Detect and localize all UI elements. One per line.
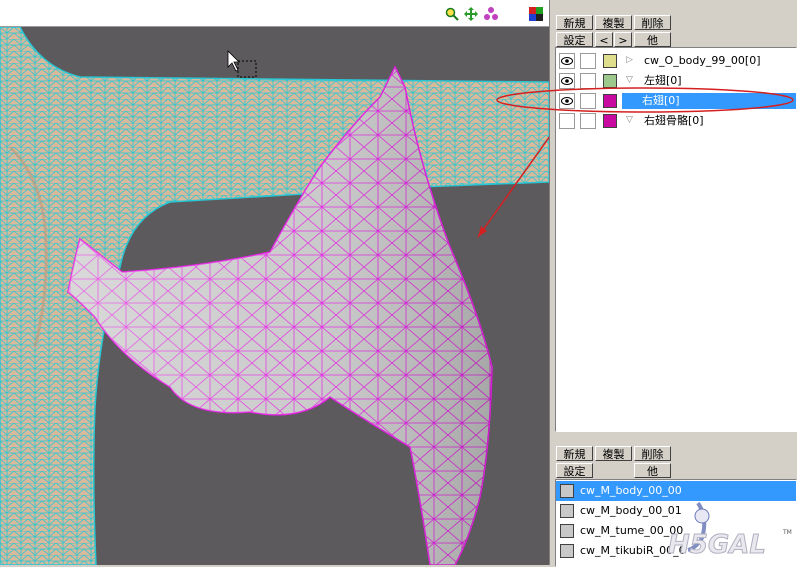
material-row[interactable]: cw_M_tikubiR_00_0 — [556, 541, 796, 561]
zoom-icon[interactable] — [445, 7, 459, 21]
material-name[interactable]: cw_M_tume_00_00 — [578, 523, 685, 539]
color-icon[interactable] — [529, 7, 543, 21]
rotate-icon[interactable] — [484, 7, 498, 21]
material-swatch — [560, 504, 574, 518]
object-prev-button[interactable]: < — [595, 32, 613, 47]
material-swatch — [560, 544, 574, 558]
material-row[interactable]: cw_M_body_00_01 — [556, 501, 796, 521]
eye-icon — [561, 57, 573, 65]
material-copy-button[interactable]: 複製 — [595, 446, 632, 461]
material-row[interactable]: cw_M_tume_00_00 — [556, 521, 796, 541]
3d-viewport[interactable] — [0, 0, 549, 565]
material-swatch — [560, 484, 574, 498]
lock-toggle[interactable] — [580, 53, 596, 69]
viewport-toolbar — [0, 0, 549, 27]
object-settings-button[interactable]: 設定 — [556, 32, 593, 47]
object-new-button[interactable]: 新規 — [556, 15, 593, 30]
object-name[interactable]: cw_O_body_99_00[0] — [638, 53, 766, 69]
object-name[interactable]: 右翅骨骼[0] — [638, 113, 710, 129]
material-name[interactable]: cw_M_tikubiR_00_0 — [578, 543, 688, 559]
object-other-button[interactable]: 他 — [634, 32, 671, 47]
object-row[interactable]: ▷ cw_O_body_99_00[0] — [556, 51, 796, 71]
expand-arrow-icon[interactable]: ▽ — [626, 75, 633, 85]
right-panel: 新規 複製 削除 設定 < > 他 ▷ cw_O_body_99_00[0] ▽ 左翅… — [496, 0, 797, 567]
move-icon[interactable] — [464, 7, 478, 21]
mesh-scene[interactable] — [0, 27, 549, 565]
material-other-button[interactable]: 他 — [634, 463, 671, 478]
annotation-ellipse — [496, 87, 794, 113]
object-color-swatch[interactable] — [603, 54, 617, 68]
material-name[interactable]: cw_M_body_00_00 — [578, 483, 684, 499]
material-swatch — [560, 524, 574, 538]
material-list[interactable]: cw_M_body_00_00 cw_M_body_00_01 cw_M_tume_… — [555, 479, 797, 567]
material-name[interactable]: cw_M_body_00_01 — [578, 503, 684, 519]
object-copy-button[interactable]: 複製 — [595, 15, 632, 30]
material-delete-button[interactable]: 削除 — [634, 446, 671, 461]
material-new-button[interactable]: 新規 — [556, 446, 593, 461]
object-color-swatch[interactable] — [603, 114, 617, 128]
lock-toggle[interactable] — [580, 113, 596, 129]
visibility-toggle[interactable] — [559, 53, 575, 69]
object-delete-button[interactable]: 削除 — [634, 15, 671, 30]
expand-arrow-icon[interactable]: ▷ — [626, 55, 633, 65]
expand-arrow-icon[interactable]: ▽ — [626, 115, 633, 125]
object-next-button[interactable]: > — [614, 32, 632, 47]
material-row[interactable]: cw_M_body_00_00 — [556, 481, 796, 501]
visibility-toggle[interactable] — [559, 113, 575, 129]
material-settings-button[interactable]: 設定 — [556, 463, 593, 478]
